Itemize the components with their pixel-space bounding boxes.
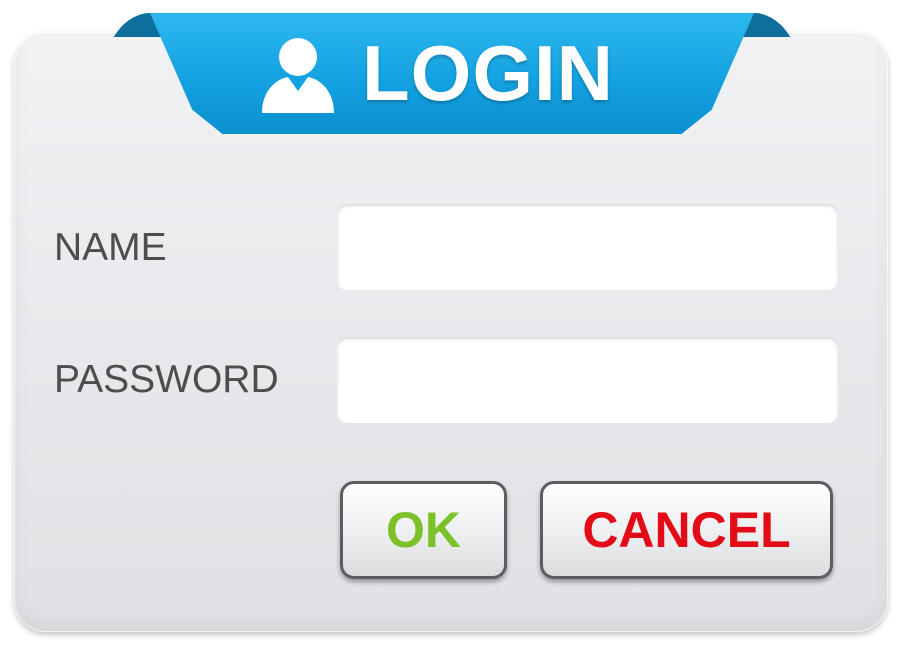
name-label: NAME <box>54 226 167 269</box>
cancel-button[interactable]: CANCEL <box>540 481 833 579</box>
password-label: PASSWORD <box>54 358 279 401</box>
login-title: LOGIN <box>362 29 614 117</box>
name-input[interactable] <box>337 204 838 289</box>
login-header-ribbon: LOGIN <box>150 13 754 134</box>
ok-button[interactable]: OK <box>340 481 507 579</box>
password-input[interactable] <box>337 337 838 422</box>
user-icon <box>262 37 334 113</box>
login-header: LOGIN <box>150 13 754 134</box>
